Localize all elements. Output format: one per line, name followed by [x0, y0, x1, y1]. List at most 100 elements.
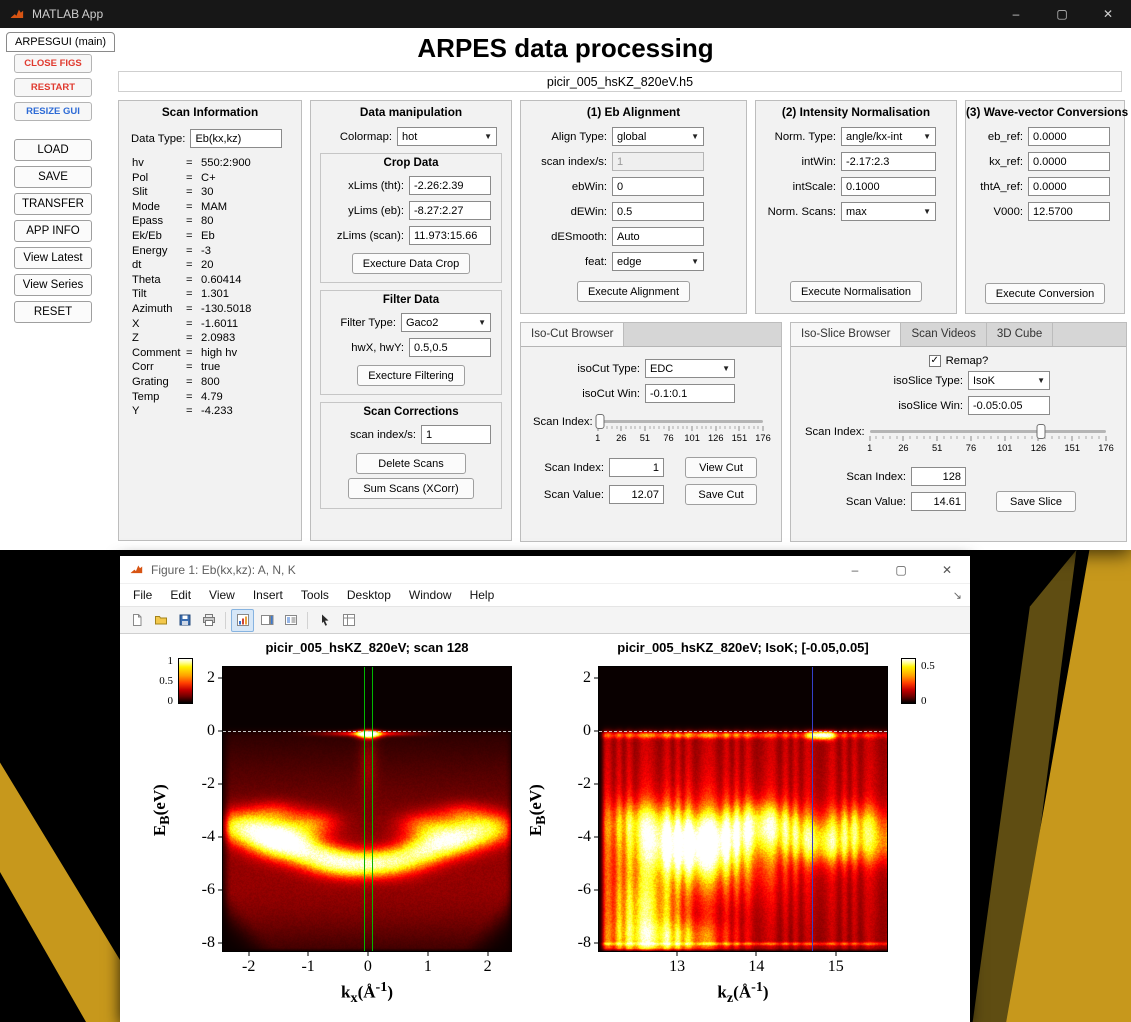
save-figure-icon[interactable] — [173, 609, 196, 632]
v000-field[interactable]: 12.5700 — [1028, 202, 1110, 221]
execute-alignment-button[interactable]: Execute Alignment — [576, 281, 691, 302]
figure-titlebar[interactable]: Figure 1: Eb(kx,kz): A, N, K – ▢ ✕ — [120, 556, 970, 584]
slider-track[interactable] — [869, 430, 1106, 433]
ebwin-row: ebWin: 0 — [531, 177, 704, 196]
plot-axes[interactable] — [598, 666, 888, 952]
new-figure-icon[interactable] — [125, 609, 148, 632]
isoslice-index-field[interactable]: 128 — [911, 467, 966, 486]
menu-insert[interactable]: Insert — [244, 586, 292, 604]
isocut-type-dropdown[interactable]: EDC ▼ — [645, 359, 735, 378]
kxref-field[interactable]: 0.0000 — [1028, 152, 1110, 171]
cut-window-right-line[interactable] — [371, 667, 373, 951]
slider-thumb[interactable] — [595, 414, 605, 429]
arpes-image-kx[interactable] — [223, 667, 511, 951]
minimize-button[interactable]: – — [832, 556, 878, 583]
hw-field[interactable]: 0.5,0.5 — [409, 338, 491, 357]
isocut-win-field[interactable]: -0.1:0.1 — [645, 384, 735, 403]
isoslice-type-dropdown[interactable]: IsoK ▼ — [968, 371, 1050, 390]
filename-field[interactable]: picir_005_hsKZ_820eV.h5 — [118, 71, 1122, 92]
menu-file[interactable]: File — [124, 586, 161, 604]
insert-colorbar-icon[interactable] — [255, 609, 278, 632]
isocut-index-field[interactable]: 1 — [609, 458, 664, 477]
ebref-field[interactable]: 0.0000 — [1028, 127, 1110, 146]
scan-info-line: hv = 550:2:900 — [119, 156, 301, 171]
arpes-image-kz[interactable] — [599, 667, 887, 951]
isoslice-slider-label: Scan Index: — [805, 426, 865, 438]
data-type-field[interactable]: Eb(kx,kz) — [190, 129, 283, 148]
slider-thumb[interactable] — [1036, 424, 1046, 439]
menu-view[interactable]: View — [200, 586, 244, 604]
maximize-button[interactable]: ▢ — [878, 556, 924, 583]
dewin-field[interactable]: 0.5 — [612, 202, 704, 221]
menu-help[interactable]: Help — [461, 586, 504, 604]
remap-checkbox[interactable]: ✓ — [928, 355, 941, 367]
load-button[interactable]: LOAD — [14, 139, 92, 161]
resize-gui-button[interactable]: RESIZE GUI — [14, 102, 92, 121]
execute-normalisation-button[interactable]: Execute Normalisation — [789, 281, 923, 302]
intwin-field[interactable]: -2.17:2.3 — [841, 152, 936, 171]
tab-scan-videos[interactable]: Scan Videos — [901, 323, 987, 346]
save-slice-button[interactable]: Save Slice — [996, 491, 1076, 512]
restart-button[interactable]: RESTART — [14, 78, 92, 97]
plot-axes[interactable] — [222, 666, 512, 952]
isoslice-value-field[interactable]: 14.61 — [911, 492, 966, 511]
intscale-field[interactable]: 0.1000 — [841, 177, 936, 196]
view-latest-button[interactable]: View Latest — [14, 247, 92, 269]
maximize-button[interactable]: ▢ — [1039, 0, 1085, 28]
ylims-field[interactable]: -8.27:2.27 — [409, 201, 491, 220]
isocut-scan-index-slider[interactable]: 1 26 51 76 101 126 151 176 — [595, 411, 771, 447]
slider-tick — [729, 426, 731, 429]
execute-filtering-button[interactable]: Execture Filtering — [357, 365, 465, 386]
isocut-value-field[interactable]: 12.07 — [609, 485, 664, 504]
sum-scans-button[interactable]: Sum Scans (XCorr) — [348, 478, 474, 499]
plot-browser-icon[interactable] — [231, 608, 254, 632]
menu-tools[interactable]: Tools — [292, 586, 338, 604]
menu-window[interactable]: Window — [400, 586, 461, 604]
save-button[interactable]: SAVE — [14, 166, 92, 188]
norm-type-dropdown[interactable]: angle/kx-int ▼ — [841, 127, 936, 146]
cut-window-left-line[interactable] — [364, 667, 366, 951]
isoslice-win-field[interactable]: -0.05:0.05 — [968, 396, 1050, 415]
colormap-label: Colormap: — [339, 130, 392, 143]
zlims-field[interactable]: 11.973:15.66 — [409, 226, 491, 245]
dock-figure-icon[interactable]: ↘ — [953, 589, 962, 602]
open-file-icon[interactable] — [149, 609, 172, 632]
scan-index-field[interactable]: 1 — [421, 425, 491, 444]
insert-legend-icon[interactable] — [279, 609, 302, 632]
close-button[interactable]: ✕ — [924, 556, 970, 583]
delete-scans-button[interactable]: Delete Scans — [356, 453, 466, 474]
close-figs-button[interactable]: CLOSE FIGS — [14, 54, 92, 73]
desmooth-field[interactable]: Auto — [612, 227, 704, 246]
execute-data-crop-button[interactable]: Execture Data Crop — [351, 253, 471, 274]
view-series-button[interactable]: View Series — [14, 274, 92, 296]
menu-desktop[interactable]: Desktop — [338, 586, 400, 604]
slider-track[interactable] — [597, 420, 763, 423]
filter-type-dropdown[interactable]: Gaco2 ▼ — [401, 313, 491, 332]
tab-iso-cut-browser[interactable]: Iso-Cut Browser — [521, 323, 625, 346]
property-inspector-icon[interactable] — [337, 609, 360, 632]
execute-conversion-button[interactable]: Execute Conversion — [984, 283, 1106, 304]
app-titlebar[interactable]: MATLAB App – ▢ ✕ — [0, 0, 1131, 28]
reset-button[interactable]: RESET — [14, 301, 92, 323]
view-cut-button[interactable]: View Cut — [685, 457, 757, 478]
close-button[interactable]: ✕ — [1085, 0, 1131, 28]
colormap-dropdown[interactable]: hot ▼ — [397, 127, 497, 146]
xlims-field[interactable]: -2.26:2.39 — [409, 176, 491, 195]
norm-scans-dropdown[interactable]: max ▼ — [841, 202, 936, 221]
edit-plot-arrow-icon[interactable] — [313, 609, 336, 632]
tab-iso-slice-browser[interactable]: Iso-Slice Browser — [791, 323, 902, 346]
minimize-button[interactable]: – — [993, 0, 1039, 28]
isoslice-scan-index-slider[interactable]: 1 26 51 76 101 126 151 176 — [867, 421, 1114, 457]
tab-3d-cube[interactable]: 3D Cube — [987, 323, 1054, 346]
print-figure-icon[interactable] — [197, 609, 220, 632]
save-cut-button[interactable]: Save Cut — [685, 484, 757, 505]
thta-ref-field[interactable]: 0.0000 — [1028, 177, 1110, 196]
scan-marker-line[interactable] — [812, 667, 814, 951]
feat-dropdown[interactable]: edge ▼ — [612, 252, 704, 271]
align-type-dropdown[interactable]: global ▼ — [612, 127, 704, 146]
app-info-button[interactable]: APP INFO — [14, 220, 92, 242]
ebwin-field[interactable]: 0 — [612, 177, 704, 196]
scan-info-text: 550:2:900 — [201, 157, 251, 169]
menu-edit[interactable]: Edit — [161, 586, 200, 604]
transfer-button[interactable]: TRANSFER — [14, 193, 92, 215]
